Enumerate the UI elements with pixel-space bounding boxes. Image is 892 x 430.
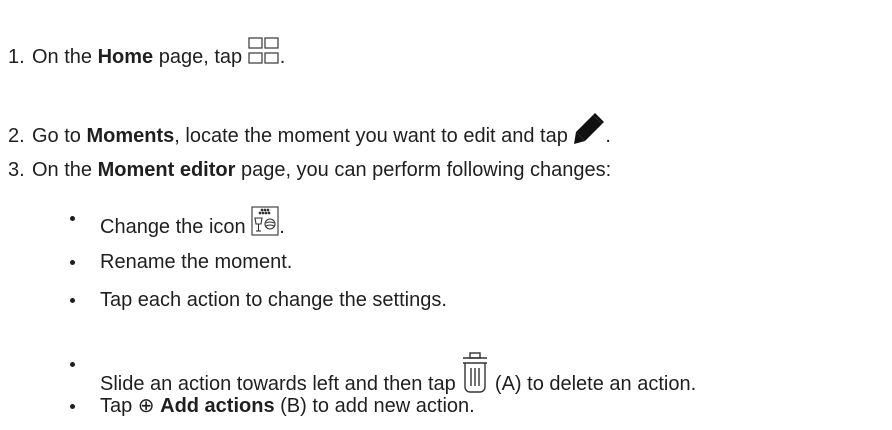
bullet-text: Rename the moment.: [100, 251, 293, 273]
step-text: On the: [32, 159, 98, 181]
bullet-bold: Add actions: [160, 395, 275, 417]
bullet-text: Tap ⊕: [100, 395, 161, 417]
bullet-text: Tap each action to change the settings.: [100, 289, 447, 311]
step-text: page, tap: [153, 46, 248, 68]
step-bold: Moment editor: [97, 159, 236, 181]
step-bold: Home: [97, 46, 154, 68]
bullet-dot: [70, 298, 75, 303]
bullet-dot: [70, 404, 75, 409]
step-end: .: [279, 46, 286, 68]
pencil-edit-icon: [573, 112, 605, 148]
step-3: 3. On the Moment editor page, you can per…: [8, 158, 611, 182]
bullet-text: Change the icon: [100, 216, 252, 238]
bullet-item-1: Change the icon .: [100, 206, 285, 239]
step-bold: Moments: [86, 125, 175, 147]
step-1: 1. On the Home page, tap .: [8, 36, 285, 69]
bullet-item-3: Tap each action to change the settings.: [100, 288, 447, 312]
bullet-text: (A) to delete an action.: [489, 373, 697, 395]
step-text: Go to: [32, 125, 87, 147]
step-text: , locate the moment you want to edit and…: [174, 125, 574, 147]
moment-icon: [251, 206, 279, 239]
bullet-dot: [70, 260, 75, 265]
bullet-text: (B) to add new action.: [274, 395, 475, 417]
trash-icon: [461, 352, 489, 396]
step-number: 2.: [8, 125, 25, 147]
grid-apps-icon: [248, 36, 280, 69]
bullet-text: Slide an action towards left and then ta…: [100, 373, 462, 395]
bullet-item-5: Tap ⊕ Add actions (B) to add new action.: [100, 394, 475, 418]
bullet-dot: [70, 362, 75, 367]
bullet-item-2: Rename the moment.: [100, 250, 292, 274]
bullet-end: .: [279, 216, 285, 238]
step-text: On the: [32, 46, 98, 68]
step-2: 2. Go to Moments, locate the moment you w…: [8, 112, 611, 148]
step-number: 3.: [8, 159, 25, 181]
step-end: .: [605, 125, 611, 147]
step-number: 1.: [8, 46, 25, 68]
instructions: 1. On the Home page, tap . 2. Go to Moment…: [0, 0, 892, 430]
step-text: page, you can perform following changes:: [235, 159, 612, 181]
bullet-item-4: Slide an action towards left and then ta…: [100, 352, 696, 396]
bullet-dot: [70, 216, 75, 221]
